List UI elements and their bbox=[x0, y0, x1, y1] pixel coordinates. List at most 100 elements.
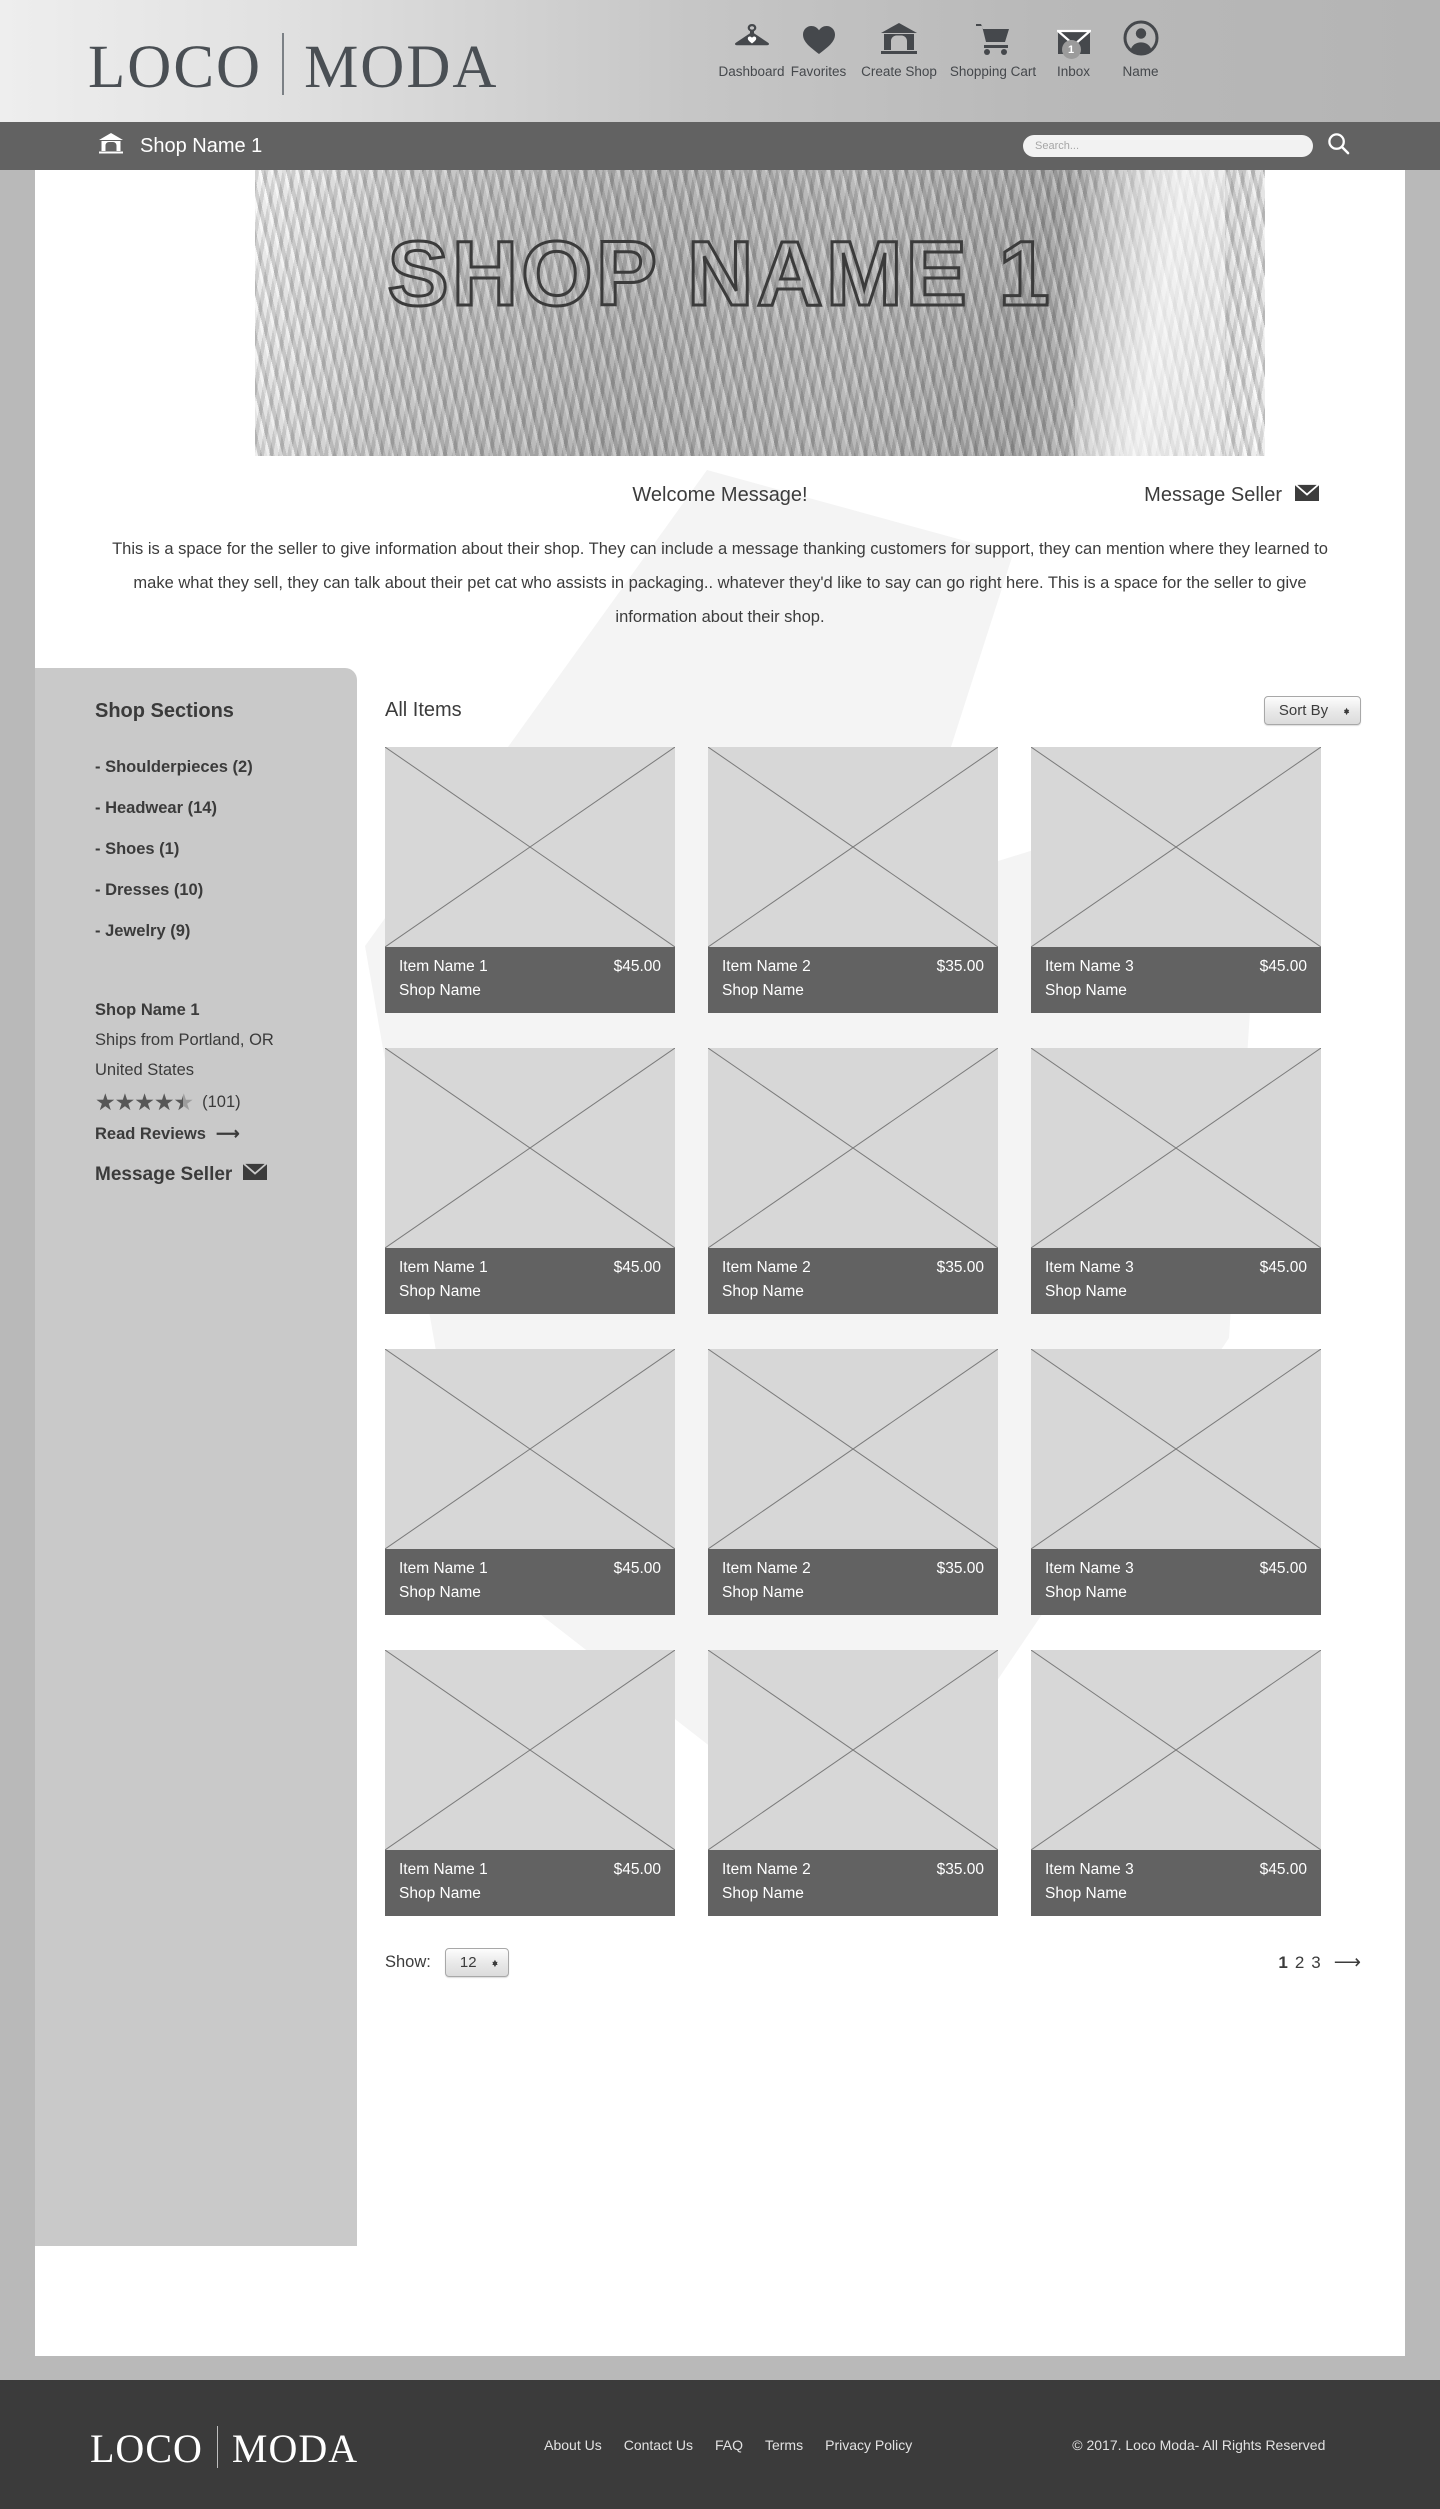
per-page-value: 12 bbox=[459, 1954, 477, 1972]
product-card[interactable]: Item Name 3 $45.00 Shop Name bbox=[1031, 747, 1321, 1014]
product-card[interactable]: Item Name 1 $45.00 Shop Name bbox=[385, 1650, 675, 1917]
footer-brand-word-2: MODA bbox=[231, 2426, 359, 2471]
product-name: Item Name 3 bbox=[1045, 958, 1134, 976]
message-seller-top-button[interactable]: Message Seller bbox=[1144, 482, 1322, 509]
product-name: Item Name 2 bbox=[722, 1259, 811, 1277]
review-count: (101) bbox=[202, 1093, 241, 1112]
breadcrumb-shop-name: Shop Name 1 bbox=[140, 134, 263, 157]
nav-item-shopping-cart[interactable]: Shopping Cart bbox=[946, 10, 1040, 79]
product-card[interactable]: Item Name 1 $45.00 Shop Name bbox=[385, 747, 675, 1014]
nav-item-inbox[interactable]: 1 Inbox bbox=[1040, 10, 1107, 79]
footer-link-faq[interactable]: FAQ bbox=[715, 2437, 743, 2453]
footer-link-terms[interactable]: Terms bbox=[765, 2437, 803, 2453]
product-caption: Item Name 3 $45.00 Shop Name bbox=[1031, 1248, 1321, 1315]
per-page-select[interactable]: 12 ▲ ▼ bbox=[444, 1948, 510, 1978]
product-caption: Item Name 1 $45.00 Shop Name bbox=[385, 1549, 675, 1616]
message-seller-sidebar-button[interactable]: Message Seller bbox=[95, 1162, 357, 1188]
product-card[interactable]: Item Name 1 $45.00 Shop Name bbox=[385, 1048, 675, 1315]
top-header: LOCO MODA Dashboard Favorites Create Sho… bbox=[0, 0, 1440, 122]
product-card[interactable]: Item Name 3 $45.00 Shop Name bbox=[1031, 1349, 1321, 1616]
product-price: $35.00 bbox=[936, 1560, 984, 1578]
sidebar-ships-from: Ships from Portland, OR bbox=[95, 1031, 274, 1050]
footer-link-contact-us[interactable]: Contact Us bbox=[624, 2437, 693, 2453]
footer-link-privacy-policy[interactable]: Privacy Policy bbox=[825, 2437, 912, 2453]
read-reviews-link[interactable]: Read Reviews ⟶ bbox=[95, 1124, 357, 1144]
brand-logo[interactable]: LOCO MODA bbox=[88, 25, 498, 98]
search-icon[interactable] bbox=[1327, 132, 1350, 160]
sidebar-item-jewelry[interactable]: - Jewelry (9) bbox=[95, 922, 357, 941]
product-name: Item Name 1 bbox=[399, 1259, 488, 1277]
chevron-updown-icon: ▲ ▼ bbox=[1342, 704, 1351, 717]
nav-label-dashboard: Dashboard bbox=[718, 64, 785, 79]
welcome-body-text: This is a space for the seller to give i… bbox=[112, 540, 1328, 626]
product-price: $35.00 bbox=[936, 1259, 984, 1277]
footer-link-about-us[interactable]: About Us bbox=[544, 2437, 602, 2453]
product-shop-name: Shop Name bbox=[399, 1283, 481, 1301]
message-seller-label: Message Seller bbox=[1144, 484, 1282, 506]
page-link-1[interactable]: 1 bbox=[1278, 1953, 1287, 1973]
search-input[interactable] bbox=[1023, 135, 1313, 157]
sidebar-item-headwear[interactable]: - Headwear (14) bbox=[95, 799, 357, 818]
product-shop-name: Shop Name bbox=[722, 982, 804, 1000]
product-listing: All Items Sort By ▲ ▼ Item Name 1 $45.00 Sh… bbox=[357, 668, 1405, 2246]
sidebar-item-shoes[interactable]: - Shoes (1) bbox=[95, 840, 357, 859]
product-card[interactable]: Item Name 2 $35.00 Shop Name bbox=[708, 747, 998, 1014]
page-link-3[interactable]: 3 bbox=[1311, 1953, 1320, 1973]
product-caption: Item Name 2 $35.00 Shop Name bbox=[708, 1549, 998, 1616]
product-caption: Item Name 1 $45.00 Shop Name bbox=[385, 1248, 675, 1315]
star-rating-icon: ★★★★★ ★★★★★ bbox=[95, 1089, 194, 1116]
product-image-placeholder bbox=[385, 1650, 675, 1851]
product-name: Item Name 1 bbox=[399, 958, 488, 976]
sidebar-country: United States bbox=[95, 1061, 195, 1080]
product-name: Item Name 1 bbox=[399, 1861, 488, 1879]
sidebar-item-dresses[interactable]: - Dresses (10) bbox=[95, 881, 357, 900]
product-shop-name: Shop Name bbox=[722, 1584, 804, 1602]
sort-by-select[interactable]: Sort By ▲ ▼ bbox=[1263, 696, 1361, 726]
sort-by-label: Sort By bbox=[1278, 702, 1329, 720]
product-image-placeholder bbox=[708, 1650, 998, 1851]
footer-brand-divider bbox=[216, 2426, 218, 2468]
page-shell: SHOP NAME 1 Welcome Message! Message Sel… bbox=[35, 170, 1405, 2356]
shop-hero-banner: SHOP NAME 1 bbox=[35, 170, 1405, 456]
hero-shop-title: SHOP NAME 1 bbox=[386, 222, 1053, 327]
product-image-placeholder bbox=[385, 1048, 675, 1249]
product-image-placeholder bbox=[1031, 1349, 1321, 1550]
nav-label-inbox: Inbox bbox=[1056, 64, 1091, 79]
nav-item-dashboard[interactable]: Dashboard bbox=[718, 10, 785, 79]
shop-sidebar: Shop Sections - Shoulderpieces (2) - Hea… bbox=[35, 668, 357, 2247]
shop-rating: ★★★★★ ★★★★★ (101) bbox=[95, 1091, 357, 1114]
chevron-updown-icon: ▲ ▼ bbox=[490, 1956, 500, 1969]
product-image-placeholder bbox=[1031, 1650, 1321, 1851]
heart-icon bbox=[802, 10, 836, 56]
product-card[interactable]: Item Name 3 $45.00 Shop Name bbox=[1031, 1650, 1321, 1917]
product-card[interactable]: Item Name 3 $45.00 Shop Name bbox=[1031, 1048, 1321, 1315]
page-footer: LOCO MODA About Us Contact Us FAQ Terms Priv… bbox=[0, 2380, 1440, 2509]
breadcrumb-shop-link[interactable]: Shop Name 1 bbox=[98, 132, 262, 160]
page-numbers: 1 2 3 ⟶ bbox=[1278, 1951, 1361, 1974]
product-image-placeholder bbox=[708, 747, 998, 948]
product-shop-name: Shop Name bbox=[1045, 1584, 1127, 1602]
product-card[interactable]: Item Name 1 $45.00 Shop Name bbox=[385, 1349, 675, 1616]
product-caption: Item Name 2 $35.00 Shop Name bbox=[708, 1850, 998, 1917]
brand-word-1: LOCO bbox=[88, 33, 263, 101]
nav-item-account[interactable]: Name bbox=[1107, 10, 1174, 79]
nav-label-account: Name bbox=[1122, 64, 1159, 79]
product-shop-name: Shop Name bbox=[722, 1283, 804, 1301]
product-card[interactable]: Item Name 2 $35.00 Shop Name bbox=[708, 1048, 998, 1315]
sidebar-shop-name: Shop Name 1 bbox=[95, 1001, 200, 1020]
product-price: $35.00 bbox=[936, 1861, 984, 1879]
footer-brand-logo[interactable]: LOCO MODA bbox=[90, 2420, 358, 2469]
product-card[interactable]: Item Name 2 $35.00 Shop Name bbox=[708, 1650, 998, 1917]
product-shop-name: Shop Name bbox=[399, 982, 481, 1000]
product-shop-name: Shop Name bbox=[1045, 982, 1127, 1000]
product-image-placeholder bbox=[385, 747, 675, 948]
product-card[interactable]: Item Name 2 $35.00 Shop Name bbox=[708, 1349, 998, 1616]
next-page-arrow-icon[interactable]: ⟶ bbox=[1334, 1951, 1361, 1974]
sidebar-item-shoulderpieces[interactable]: - Shoulderpieces (2) bbox=[95, 758, 357, 777]
nav-item-create-shop[interactable]: Create Shop bbox=[852, 10, 946, 79]
page-link-2[interactable]: 2 bbox=[1295, 1953, 1304, 1973]
nav-label-shopping-cart: Shopping Cart bbox=[949, 64, 1037, 79]
shopping-cart-icon bbox=[975, 10, 1011, 56]
product-shop-name: Shop Name bbox=[1045, 1283, 1127, 1301]
nav-item-favorites[interactable]: Favorites bbox=[785, 10, 852, 79]
